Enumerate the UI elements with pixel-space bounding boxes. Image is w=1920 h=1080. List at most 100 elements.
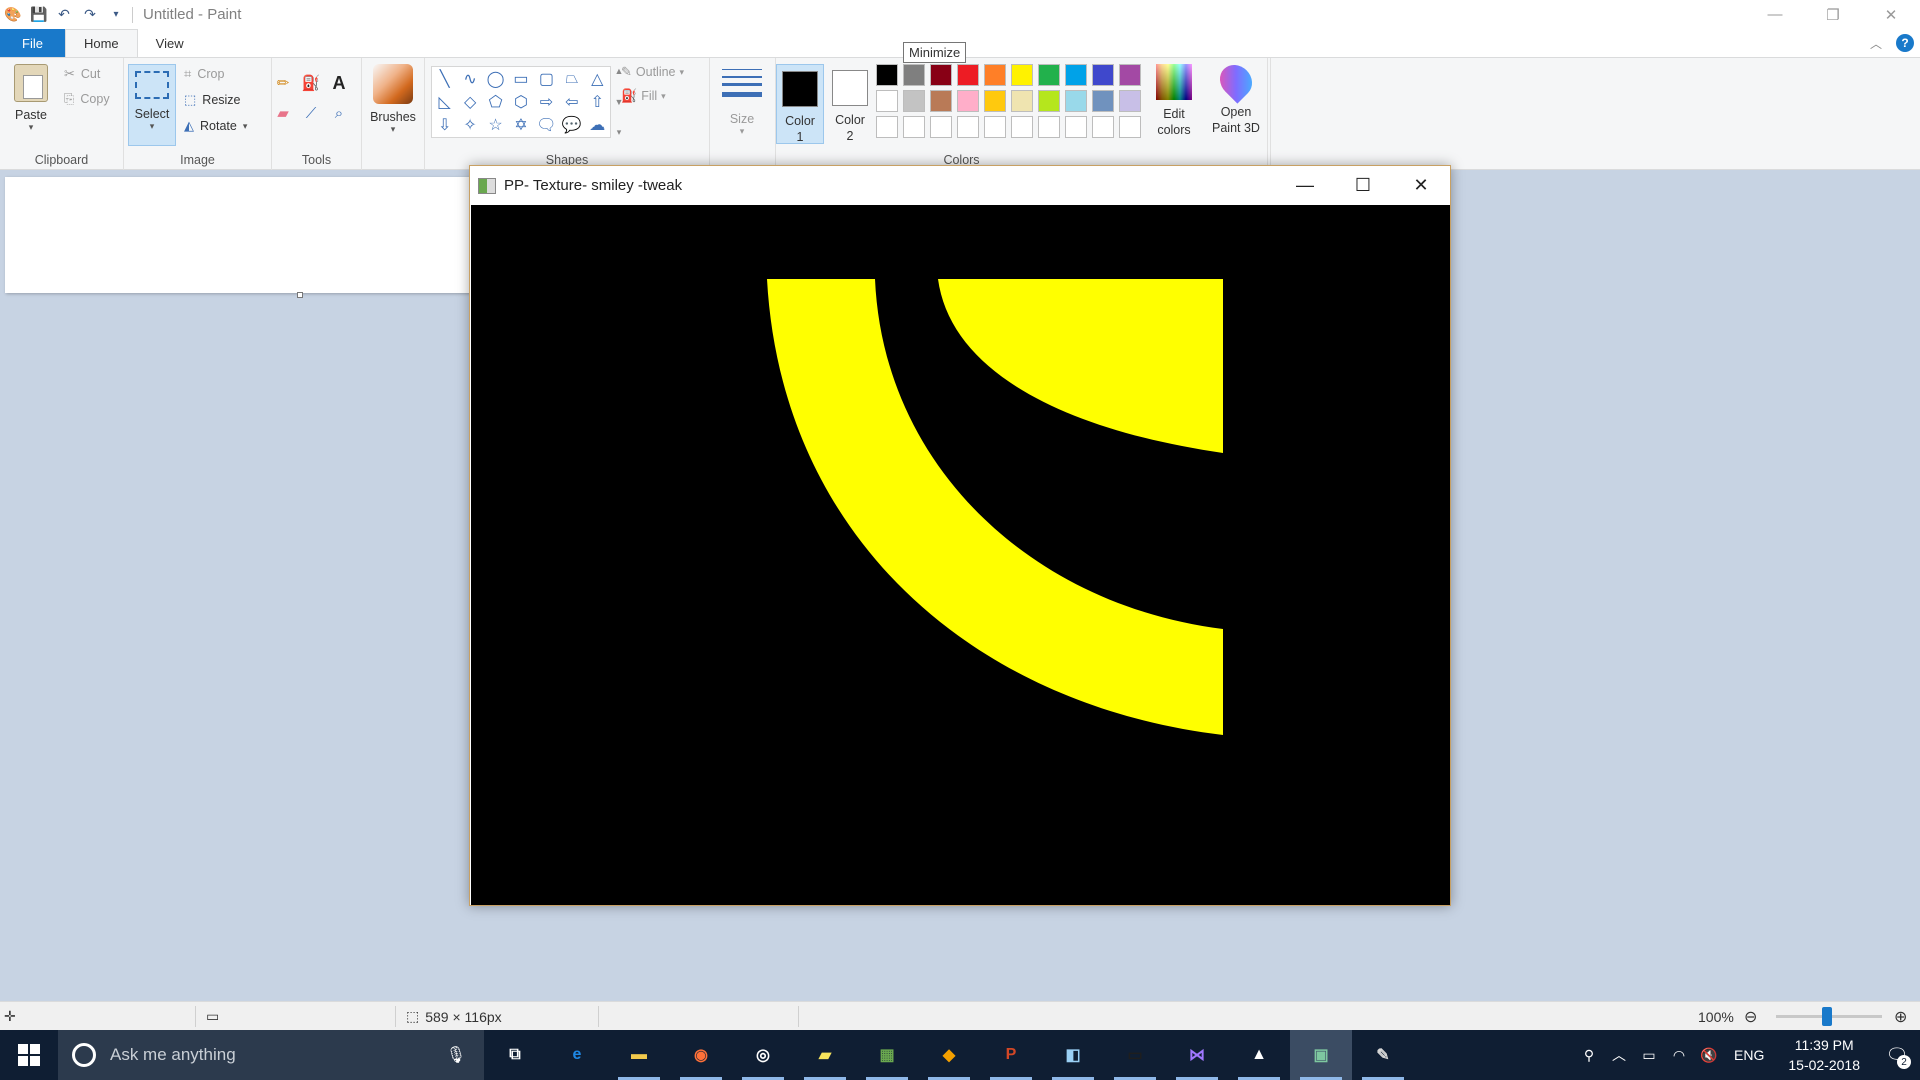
oval-shape-icon[interactable]: ◯ <box>483 67 508 90</box>
paint-app-icon[interactable]: 🎨 <box>4 6 21 23</box>
palette-swatch[interactable] <box>876 90 898 112</box>
color1-button[interactable]: Color 1 <box>776 64 824 144</box>
palette-swatch[interactable] <box>957 64 979 86</box>
palette-swatch[interactable] <box>1119 90 1141 112</box>
restore-button[interactable]: ❐ <box>1804 0 1862 29</box>
palette-swatch[interactable] <box>903 116 925 138</box>
expand-gallery-icon[interactable]: ▾ <box>617 127 622 138</box>
curve-shape-icon[interactable]: ∿ <box>457 67 482 90</box>
crop-button[interactable]: ⌗ Crop <box>184 66 224 82</box>
tab-file[interactable]: File <box>0 29 65 57</box>
battery-icon[interactable]: ▭ <box>1634 1047 1664 1064</box>
minimize-button[interactable]: — <box>1746 0 1804 29</box>
rectangle-shape-icon[interactable]: ▭ <box>508 67 533 90</box>
palette-swatch[interactable] <box>984 64 1006 86</box>
cloud-callout-shape-icon[interactable]: ☁ <box>585 114 610 137</box>
tab-view[interactable]: View <box>138 29 202 57</box>
six-point-star-shape-icon[interactable]: ✡ <box>508 114 533 137</box>
active-window-taskbar-button[interactable]: ▣ <box>1290 1030 1352 1080</box>
magnifier-icon[interactable]: ⌕ <box>328 102 350 124</box>
zoom-slider-thumb[interactable] <box>1822 1007 1832 1026</box>
input-language[interactable]: ENG <box>1724 1047 1774 1063</box>
oval-callout-shape-icon[interactable]: 💬 <box>559 114 584 137</box>
palette-swatch[interactable] <box>1011 64 1033 86</box>
save-icon[interactable]: 💾 <box>30 6 47 23</box>
triangle-shape-icon[interactable]: △ <box>585 67 610 90</box>
microphone-icon[interactable]: 🎙 <box>446 1045 466 1065</box>
brushes-button[interactable]: Brushes ▾ <box>368 64 418 135</box>
polygon-shape-icon[interactable]: ⏢ <box>559 67 584 90</box>
edge-taskbar-button[interactable]: e <box>546 1030 608 1080</box>
palette-swatch[interactable] <box>1119 64 1141 86</box>
palette-swatch[interactable] <box>903 90 925 112</box>
eraser-icon[interactable]: ▰ <box>272 102 294 124</box>
zoom-out-icon[interactable]: ⊖ <box>1744 1002 1757 1031</box>
start-button[interactable] <box>0 1030 58 1080</box>
color2-button[interactable]: Color 2 <box>826 64 874 144</box>
palette-swatch[interactable] <box>930 64 952 86</box>
open-paint3d-button[interactable]: Open Paint 3D <box>1208 58 1264 136</box>
palette-swatch[interactable] <box>957 116 979 138</box>
palette-swatch[interactable] <box>1119 116 1141 138</box>
file-explorer-taskbar-button[interactable]: ▬ <box>608 1030 670 1080</box>
action-center-icon[interactable]: 🗨 2 <box>1874 1030 1920 1080</box>
spreadsheet-app-taskbar-button[interactable]: ▦ <box>856 1030 918 1080</box>
terminal-taskbar-button[interactable]: ▭ <box>1104 1030 1166 1080</box>
palette-swatch[interactable] <box>984 116 1006 138</box>
cut-button[interactable]: ✂ Cut <box>64 66 100 82</box>
palette-swatch[interactable] <box>1011 90 1033 112</box>
edit-colors-button[interactable]: Edit colors <box>1146 64 1202 138</box>
line-shape-icon[interactable]: ╲ <box>432 67 457 90</box>
wifi-icon[interactable]: ◠ <box>1664 1047 1694 1064</box>
fill-icon[interactable]: ⛽ <box>300 72 322 94</box>
close-button[interactable]: ✕ <box>1862 0 1920 29</box>
palette-swatch[interactable] <box>876 64 898 86</box>
diamond-shape-icon[interactable]: ◇ <box>457 90 482 113</box>
sticky-notes-taskbar-button[interactable]: ▰ <box>794 1030 856 1080</box>
pentagon-shape-icon[interactable]: ⬠ <box>483 90 508 113</box>
minimize-button[interactable]: — <box>1276 166 1334 205</box>
palette-swatch[interactable] <box>1065 64 1087 86</box>
palette-swatch[interactable] <box>957 90 979 112</box>
git-app-taskbar-button[interactable]: ◆ <box>918 1030 980 1080</box>
visual-studio-taskbar-button[interactable]: ⋈ <box>1166 1030 1228 1080</box>
media-player-taskbar-button[interactable]: ◎ <box>732 1030 794 1080</box>
palette-swatch[interactable] <box>1011 116 1033 138</box>
rounded-rectangle-shape-icon[interactable]: ▢ <box>534 67 559 90</box>
hexagon-shape-icon[interactable]: ⬡ <box>508 90 533 113</box>
palette-swatch[interactable] <box>1038 90 1060 112</box>
show-hidden-icons-icon[interactable]: ︿ <box>1604 1045 1634 1065</box>
right-triangle-shape-icon[interactable]: ◺ <box>432 90 457 113</box>
palette-swatch[interactable] <box>876 116 898 138</box>
maximize-button[interactable]: ☐ <box>1334 166 1392 205</box>
collapse-ribbon-icon[interactable]: ︿ <box>1870 35 1882 52</box>
palette-swatch[interactable] <box>1065 90 1087 112</box>
palette-swatch[interactable] <box>903 64 925 86</box>
size-button[interactable]: Size ▾ <box>718 66 766 137</box>
paint-taskbar-button[interactable]: ✎ <box>1352 1030 1414 1080</box>
volume-muted-icon[interactable]: 🔇 <box>1694 1047 1724 1064</box>
color-picker-icon[interactable]: ⟋ <box>300 102 322 124</box>
rotate-button[interactable]: ◭ Rotate ▾ <box>184 118 247 134</box>
pencil-icon[interactable]: ✏ <box>272 72 294 94</box>
canvas-resize-handle[interactable] <box>297 292 303 298</box>
copy-button[interactable]: ⎘ Copy <box>64 91 110 107</box>
palette-swatch[interactable] <box>1038 116 1060 138</box>
palette-swatch[interactable] <box>984 90 1006 112</box>
fill-button[interactable]: ⛽ Fill ▾ <box>621 88 666 104</box>
right-arrow-shape-icon[interactable]: ⇨ <box>534 90 559 113</box>
texture-window-titlebar[interactable]: PP- Texture- smiley -tweak — ☐ ✕ <box>470 166 1450 205</box>
left-arrow-shape-icon[interactable]: ⇦ <box>559 90 584 113</box>
undo-icon[interactable]: ↶ <box>56 6 72 23</box>
text-icon[interactable]: A <box>328 72 350 94</box>
palette-swatch[interactable] <box>1038 64 1060 86</box>
people-icon[interactable]: ⚲ <box>1574 1047 1604 1064</box>
redo-icon[interactable]: ↷ <box>82 6 98 23</box>
firefox-taskbar-button[interactable]: ◉ <box>670 1030 732 1080</box>
zoom-in-icon[interactable]: ⊕ <box>1894 1002 1907 1031</box>
palette-swatch[interactable] <box>1092 116 1114 138</box>
task-view-taskbar-button[interactable]: ⧉ <box>484 1030 546 1080</box>
palette-swatch[interactable] <box>1065 116 1087 138</box>
paste-button[interactable]: Paste ▾ <box>8 64 54 133</box>
search-box[interactable]: Ask me anything 🎙 <box>58 1030 484 1080</box>
